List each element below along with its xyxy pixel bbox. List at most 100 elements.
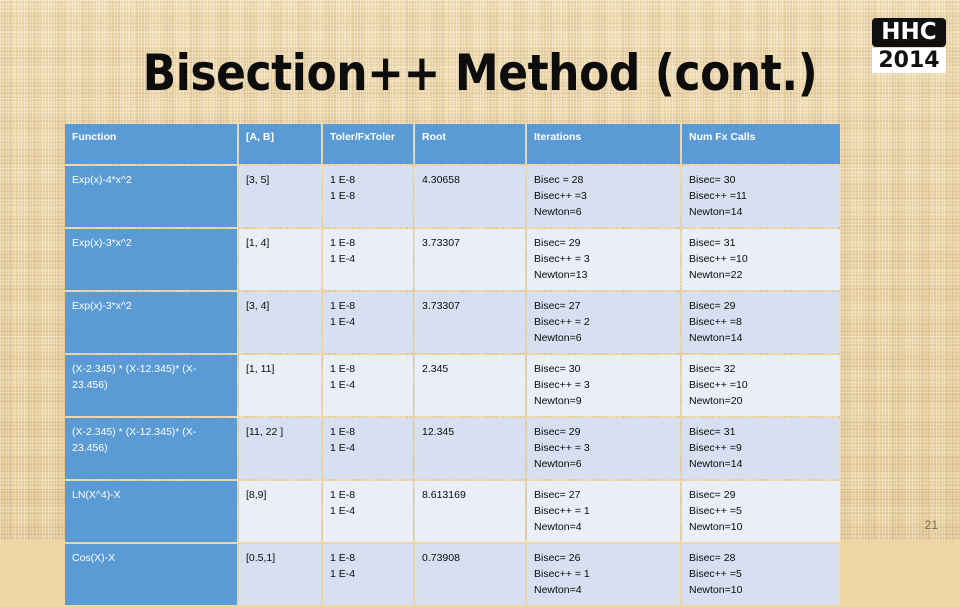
cell-toler-line: 1 E-4 xyxy=(330,316,356,328)
cell-iterations-line: Bisec= 27 xyxy=(534,300,581,312)
page-number: 21 xyxy=(924,518,938,532)
cell-interval: [1, 11] xyxy=(239,355,321,416)
column-header-toler-fxtoler: Toler/FxToler xyxy=(323,124,413,164)
cell-root: 0.73908 xyxy=(415,544,525,605)
table-row: Cos(X)-X [0.5,1] 1 E-8 1 E-4 0.73908 Bisec= 2… xyxy=(65,544,840,605)
cell-iterations-line: Bisec++ = 1 xyxy=(534,505,590,517)
cell-num-fx-calls-line: Bisec= 31 xyxy=(689,426,736,438)
cell-num-fx-calls-line: Bisec++ =9 xyxy=(689,442,742,454)
cell-root: 8.613169 xyxy=(415,481,525,542)
cell-toler-line: 1 E-8 xyxy=(330,489,356,501)
cell-function: Cos(X)-X xyxy=(65,544,237,605)
cell-toler: 1 E-8 1 E-4 xyxy=(323,481,413,542)
column-header-function: Function xyxy=(65,124,237,164)
cell-iterations-line: Newton=6 xyxy=(534,206,582,218)
cell-iterations-line: Bisec= 29 xyxy=(534,426,581,438)
cell-iterations: Bisec = 28 Bisec++ =3 Newton=6 xyxy=(527,166,680,227)
cell-toler-line: 1 E-8 xyxy=(330,190,356,202)
cell-iterations-line: Bisec= 30 xyxy=(534,363,581,375)
cell-function: Exp(x)-3*x^2 xyxy=(65,229,237,290)
cell-num-fx-calls: Bisec= 32 Bisec++ =10 Newton=20 xyxy=(682,355,840,416)
column-header-root: Root xyxy=(415,124,525,164)
cell-toler-line: 1 E-8 xyxy=(330,552,356,564)
cell-toler-line: 1 E-8 xyxy=(330,426,356,438)
cell-num-fx-calls-line: Newton=22 xyxy=(689,269,743,281)
cell-toler-line: 1 E-8 xyxy=(330,363,356,375)
hhc-logo-year: 2014 xyxy=(872,48,946,73)
cell-num-fx-calls-line: Bisec= 29 xyxy=(689,300,736,312)
cell-num-fx-calls-line: Bisec= 32 xyxy=(689,363,736,375)
cell-function: LN(X^4)-X xyxy=(65,481,237,542)
cell-num-fx-calls-line: Bisec++ =10 xyxy=(689,253,748,265)
cell-function: (X-2.345) * (X-12.345)* (X-23.456) xyxy=(65,418,237,479)
cell-toler-line: 1 E-4 xyxy=(330,568,356,580)
cell-num-fx-calls-line: Bisec++ =11 xyxy=(689,190,747,202)
cell-num-fx-calls: Bisec= 31 Bisec++ =9 Newton=14 xyxy=(682,418,840,479)
cell-iterations-line: Bisec++ = 3 xyxy=(534,253,590,265)
cell-interval: [11, 22 ] xyxy=(239,418,321,479)
table-row: LN(X^4)-X [8,9] 1 E-8 1 E-4 8.613169 Bisec= 2… xyxy=(65,481,840,542)
cell-iterations-line: Bisec= 27 xyxy=(534,489,581,501)
cell-num-fx-calls: Bisec= 30 Bisec++ =11 Newton=14 xyxy=(682,166,840,227)
cell-iterations: Bisec= 29 Bisec++ = 3 Newton=6 xyxy=(527,418,680,479)
cell-toler-line: 1 E-8 xyxy=(330,300,356,312)
table-row: Exp(x)-3*x^2 [3, 4] 1 E-8 1 E-4 3.73307 Bisec… xyxy=(65,292,840,353)
cell-toler-line: 1 E-8 xyxy=(330,174,356,186)
cell-num-fx-calls-line: Bisec= 28 xyxy=(689,552,736,564)
cell-root: 3.73307 xyxy=(415,229,525,290)
cell-function: Exp(x)-3*x^2 xyxy=(65,292,237,353)
cell-iterations-line: Newton=6 xyxy=(534,458,582,470)
cell-iterations-line: Bisec++ = 1 xyxy=(534,568,590,580)
cell-toler-line: 1 E-8 xyxy=(330,237,356,249)
cell-iterations: Bisec= 26 Bisec++ = 1 Newton=4 xyxy=(527,544,680,605)
cell-num-fx-calls-line: Bisec++ =8 xyxy=(689,316,742,328)
cell-toler: 1 E-8 1 E-4 xyxy=(323,229,413,290)
cell-interval: [8,9] xyxy=(239,481,321,542)
cell-iterations-line: Newton=4 xyxy=(534,521,582,533)
cell-iterations: Bisec= 27 Bisec++ = 1 Newton=4 xyxy=(527,481,680,542)
cell-toler: 1 E-8 1 E-4 xyxy=(323,292,413,353)
cell-num-fx-calls-line: Newton=10 xyxy=(689,521,743,533)
cell-toler-line: 1 E-4 xyxy=(330,442,356,454)
hhc-logo-name: HHC xyxy=(872,18,946,47)
cell-iterations: Bisec= 30 Bisec++ = 3 Newton=9 xyxy=(527,355,680,416)
results-table-container: Function [A, B] Toler/FxToler Root Itera… xyxy=(63,122,840,607)
cell-interval: [3, 4] xyxy=(239,292,321,353)
cell-toler: 1 E-8 1 E-4 xyxy=(323,544,413,605)
results-table: Function [A, B] Toler/FxToler Root Itera… xyxy=(63,122,842,607)
cell-num-fx-calls-line: Newton=10 xyxy=(689,584,743,596)
cell-interval: [3, 5] xyxy=(239,166,321,227)
hhc-logo: HHC 2014 xyxy=(872,18,946,73)
table-header-row: Function [A, B] Toler/FxToler Root Itera… xyxy=(65,124,840,164)
table-row: (X-2.345) * (X-12.345)* (X-23.456) [11, 2… xyxy=(65,418,840,479)
cell-iterations-line: Newton=4 xyxy=(534,584,582,596)
cell-iterations-line: Bisec= 26 xyxy=(534,552,581,564)
page-title: Bisection++ Method (cont.) xyxy=(142,44,818,102)
cell-num-fx-calls: Bisec= 29 Bisec++ =5 Newton=10 xyxy=(682,481,840,542)
cell-interval: [1, 4] xyxy=(239,229,321,290)
cell-function: Exp(x)-4*x^2 xyxy=(65,166,237,227)
cell-toler: 1 E-8 1 E-4 xyxy=(323,355,413,416)
cell-function: (X-2.345) * (X-12.345)* (X-23.456) xyxy=(65,355,237,416)
slide: Bisection++ Method (cont.) HHC 2014 Func… xyxy=(0,0,960,605)
cell-num-fx-calls-line: Newton=14 xyxy=(689,332,743,344)
cell-iterations: Bisec= 29 Bisec++ = 3 Newton=13 xyxy=(527,229,680,290)
cell-iterations-line: Bisec= 29 xyxy=(534,237,581,249)
cell-num-fx-calls-line: Newton=20 xyxy=(689,395,743,407)
cell-iterations-line: Newton=9 xyxy=(534,395,582,407)
cell-root: 4.30658 xyxy=(415,166,525,227)
table-body: Exp(x)-4*x^2 [3, 5] 1 E-8 1 E-8 4.30658 Bisec… xyxy=(65,166,840,605)
cell-num-fx-calls-line: Bisec++ =10 xyxy=(689,379,748,391)
cell-num-fx-calls-line: Newton=14 xyxy=(689,206,743,218)
table-row: (X-2.345) * (X-12.345)* (X-23.456) [1, 11… xyxy=(65,355,840,416)
cell-root: 12.345 xyxy=(415,418,525,479)
cell-toler-line: 1 E-4 xyxy=(330,253,356,265)
cell-iterations: Bisec= 27 Bisec++ = 2 Newton=6 xyxy=(527,292,680,353)
cell-num-fx-calls-line: Newton=14 xyxy=(689,458,743,470)
cell-num-fx-calls-line: Bisec++ =5 xyxy=(689,568,742,580)
column-header-num-fx-calls: Num Fx Calls xyxy=(682,124,840,164)
cell-num-fx-calls-line: Bisec= 29 xyxy=(689,489,736,501)
cell-num-fx-calls-line: Bisec= 30 xyxy=(689,174,736,186)
column-header-interval: [A, B] xyxy=(239,124,321,164)
cell-iterations-line: Bisec = 28 xyxy=(534,174,584,186)
